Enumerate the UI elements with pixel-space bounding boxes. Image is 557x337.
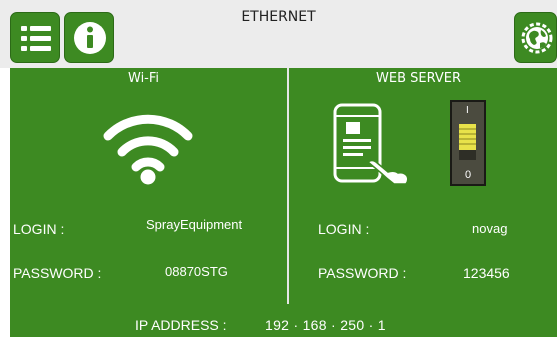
wifi-login-value[interactable]: SprayEquipment bbox=[146, 217, 242, 232]
page-title: ETHERNET bbox=[241, 9, 316, 25]
webserver-password-value[interactable]: 123456 bbox=[463, 265, 510, 281]
phone-touch-icon[interactable] bbox=[332, 102, 410, 186]
ip-address-label: IP ADDRESS : bbox=[135, 317, 227, 333]
globe-settings-button[interactable] bbox=[514, 12, 557, 63]
wifi-password-value[interactable]: 08870STG bbox=[165, 264, 228, 279]
column-divider bbox=[287, 68, 289, 304]
switch-on-label: I bbox=[466, 105, 469, 116]
switch-off-label: 0 bbox=[465, 169, 472, 181]
globe-settings-icon bbox=[521, 22, 553, 54]
wifi-icon bbox=[103, 114, 193, 185]
webserver-login-value[interactable]: novag bbox=[472, 221, 507, 236]
webserver-login-label: LOGIN : bbox=[318, 221, 370, 237]
ethernet-panel: Wi-Fi LOGIN : SprayEquipment PASSWORD : … bbox=[10, 68, 557, 337]
wifi-header: Wi-Fi bbox=[128, 71, 160, 86]
wifi-login-label: LOGIN : bbox=[13, 221, 65, 237]
wifi-password-label: PASSWORD : bbox=[13, 265, 102, 281]
webserver-password-label: PASSWORD : bbox=[318, 265, 407, 281]
webserver-header: WEB SERVER bbox=[376, 71, 462, 86]
ip-address-value[interactable]: 192 · 168 · 250 · 1 bbox=[265, 317, 386, 333]
